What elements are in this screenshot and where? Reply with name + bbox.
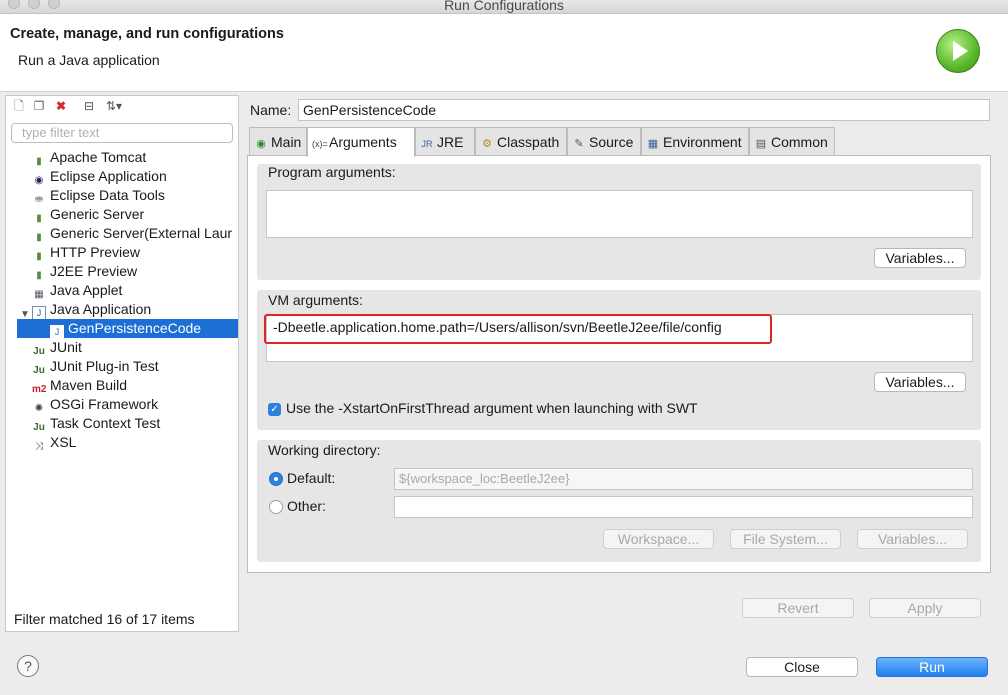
tree-item-genpersistencecode[interactable]: J GenPersistenceCode — [17, 319, 238, 338]
applet-icon: ▦ — [34, 289, 44, 300]
vm-arguments-label: VM arguments: — [268, 292, 363, 308]
help-icon[interactable]: ? — [17, 655, 39, 677]
main-icon: ◉ — [256, 138, 266, 150]
tab-common[interactable]: ▤ Common — [749, 127, 835, 155]
tree-item-eclipse-application[interactable]: ◉ Eclipse Application — [32, 167, 238, 186]
filter-menu-icon[interactable]: ⇅▾ — [102, 99, 126, 113]
tab-classpath[interactable]: ⚙ Classpath — [475, 127, 567, 155]
config-tabs: ◉ Main (x)=Arguments JR JRE ⚙ Classpath ✎ So… — [247, 127, 991, 573]
swt-checkbox-label: Use the -XstartOnFirstThread argument wh… — [286, 400, 698, 416]
tree-item-junit[interactable]: Ju JUnit — [32, 338, 238, 357]
default-radio[interactable] — [269, 472, 283, 486]
maven-icon: m2 — [32, 384, 47, 395]
configuration-tree-panel: 🗋 ❐ ✖ ⊟ ⇅▾ type filter text ▮ Apache Tomc… — [5, 95, 239, 632]
window-title: Run Configurations — [444, 0, 564, 13]
vm-arguments-group: VM arguments: -Dbeetle.application.home.… — [257, 290, 981, 430]
delete-icon[interactable]: ✖ — [54, 99, 68, 113]
tree-item-osgi-framework[interactable]: ✺ OSGi Framework — [32, 395, 238, 414]
default-radio-label: Default: — [287, 470, 336, 486]
source-icon: ✎ — [574, 138, 584, 150]
revert-button[interactable]: Revert — [742, 598, 854, 618]
new-config-icon[interactable]: 🗋 — [12, 99, 26, 113]
jre-icon: JR — [421, 139, 433, 149]
tree-item-maven-build[interactable]: m2 Maven Build — [32, 376, 238, 395]
tree-item-task-context-test[interactable]: Ju Task Context Test — [32, 414, 238, 433]
dialog-header: Create, manage, and run configurations R… — [0, 14, 1008, 92]
run-icon — [936, 29, 980, 73]
arguments-tab-content: Program arguments: Variables... VM argum… — [247, 155, 991, 573]
tree-toolbar: 🗋 ❐ ✖ ⊟ ⇅▾ — [6, 96, 238, 118]
filter-input[interactable]: type filter text — [11, 123, 233, 143]
osgi-icon: ✺ — [34, 403, 44, 414]
default-directory-field: ${workspace_loc:BeetleJ2ee} — [394, 468, 973, 490]
tree-item-xsl[interactable]: ⤨ XSL — [32, 433, 238, 452]
program-arguments-input[interactable] — [266, 190, 973, 238]
dialog-title: Create, manage, and run configurations — [10, 26, 284, 42]
other-radio[interactable] — [269, 500, 283, 514]
tab-source[interactable]: ✎ Source — [567, 127, 641, 155]
working-directory-group: Working directory: Default: ${workspace_… — [257, 440, 981, 562]
tree-item-java-application[interactable]: J Java Application — [32, 300, 238, 319]
tab-arguments[interactable]: (x)=Arguments — [307, 127, 415, 157]
tree-item-http-preview[interactable]: ▮ HTTP Preview — [32, 243, 238, 262]
wd-variables-button[interactable]: Variables... — [857, 529, 968, 549]
close-button[interactable]: Close — [746, 657, 858, 677]
tree-item-junit-plugin-test[interactable]: Ju JUnit Plug-in Test — [32, 357, 238, 376]
tab-environment[interactable]: ▦ Environment — [641, 127, 749, 155]
server-icon: ▮ — [36, 156, 42, 167]
task-test-icon: Ju — [33, 422, 45, 433]
xsl-icon: ⤨ — [35, 441, 43, 452]
workspace-button[interactable]: Workspace... — [603, 529, 714, 549]
title-bar: Run Configurations — [0, 0, 1008, 14]
server-icon: ▮ — [36, 270, 42, 281]
tree-item-j2ee-preview[interactable]: ▮ J2EE Preview — [32, 262, 238, 281]
java-class-icon: J — [50, 325, 64, 338]
vm-arguments-highlight — [264, 314, 772, 344]
server-icon: ▮ — [36, 213, 42, 224]
tree-item-java-applet[interactable]: ▦ Java Applet — [32, 281, 238, 300]
apply-button[interactable]: Apply — [869, 598, 981, 618]
vm-variables-button[interactable]: Variables... — [874, 372, 966, 392]
server-icon: ▮ — [36, 251, 42, 262]
database-icon: ⛂ — [34, 194, 44, 205]
program-arguments-group: Program arguments: Variables... — [257, 164, 981, 280]
name-input[interactable]: GenPersistenceCode — [298, 99, 990, 121]
other-radio-label: Other: — [287, 498, 326, 514]
working-directory-label: Working directory: — [268, 442, 381, 458]
junit-plugin-icon: Ju — [33, 365, 45, 376]
tree-item-eclipse-data-tools[interactable]: ⛂ Eclipse Data Tools — [32, 186, 238, 205]
dialog-subtitle: Run a Java application — [18, 52, 160, 68]
tree-item-generic-server-external[interactable]: ▮ Generic Server(External Laur — [32, 224, 238, 243]
server-icon: ▮ — [36, 232, 42, 243]
tree-item-generic-server[interactable]: ▮ Generic Server — [32, 205, 238, 224]
swt-checkbox[interactable]: ✓ — [268, 403, 281, 416]
java-app-icon: J — [32, 306, 46, 319]
tree-item-apache-tomcat[interactable]: ▮ Apache Tomcat — [32, 148, 238, 167]
classpath-icon: ⚙ — [482, 138, 492, 150]
collapse-all-icon[interactable]: ⊟ — [82, 99, 96, 113]
tab-jre[interactable]: JR JRE — [415, 127, 475, 155]
run-button[interactable]: Run — [876, 657, 988, 677]
other-directory-field[interactable] — [394, 496, 973, 518]
environment-icon: ▦ — [647, 138, 659, 150]
tab-main[interactable]: ◉ Main — [249, 127, 307, 155]
filter-status: Filter matched 16 of 17 items — [14, 611, 195, 627]
common-icon: ▤ — [755, 138, 767, 150]
program-variables-button[interactable]: Variables... — [874, 248, 966, 268]
file-system-button[interactable]: File System... — [730, 529, 841, 549]
duplicate-icon[interactable]: ❐ — [32, 99, 46, 113]
program-arguments-label: Program arguments: — [268, 164, 396, 180]
eclipse-icon: ◉ — [34, 175, 44, 186]
arguments-icon: (x)= — [312, 139, 328, 149]
name-label: Name: — [250, 102, 292, 118]
junit-icon: Ju — [33, 346, 45, 357]
